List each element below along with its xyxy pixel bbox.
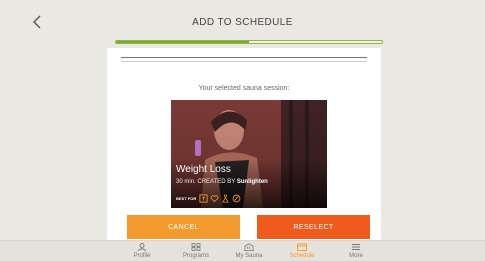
sauna-icon (244, 243, 254, 251)
divider (121, 61, 367, 62)
menu-icon (352, 244, 360, 250)
tab-label: Programs (182, 253, 209, 259)
content-card: Your selected sauna session: Weight Loss (107, 48, 381, 243)
best-for-row: BEST FOR (176, 193, 243, 203)
tab-label: More (349, 253, 363, 259)
reselect-button[interactable]: RESELECT (257, 215, 370, 239)
tab-more[interactable]: More (328, 243, 384, 261)
tab-label: Profile (133, 253, 151, 259)
tab-schedule[interactable]: Schedule (274, 243, 330, 261)
page-title: ADD TO SCHEDULE (192, 17, 293, 28)
created-by-label: CREATED BY (197, 179, 236, 185)
selected-session-label: Your selected sauna session: (198, 85, 290, 92)
session-meta: 30 min. CREATED BY Sunlighten (176, 179, 268, 185)
tab-label: My Sauna (235, 253, 263, 259)
top-bar: ADD TO SCHEDULE (0, 0, 485, 44)
cancel-button[interactable]: CANCEL (127, 215, 240, 239)
bottom-tab-bar: Profile Programs My Sauna Schedule More (0, 240, 485, 261)
heart-icon (210, 194, 219, 202)
leaf-icon (232, 194, 241, 202)
session-name: Weight Loss (176, 164, 231, 175)
tab-programs[interactable]: Programs (168, 243, 224, 261)
progress-fill (116, 41, 249, 43)
person-icon (137, 243, 147, 251)
session-tile[interactable]: Weight Loss 30 min. CREATED BY Sunlighte… (171, 100, 327, 208)
fitness-icon (199, 193, 208, 203)
progress-bar (115, 40, 383, 44)
grid-icon (191, 243, 201, 251)
body-icon (222, 194, 230, 202)
tab-profile[interactable]: Profile (114, 243, 170, 261)
session-creator: Sunlighten (236, 179, 268, 185)
best-for-label: BEST FOR (176, 195, 197, 201)
session-photo (171, 100, 327, 208)
session-duration: 30 min. (176, 179, 196, 185)
tab-my-sauna[interactable]: My Sauna (221, 243, 277, 261)
tab-label: Schedule (289, 253, 315, 259)
divider (121, 57, 367, 58)
calendar-icon (297, 243, 307, 251)
